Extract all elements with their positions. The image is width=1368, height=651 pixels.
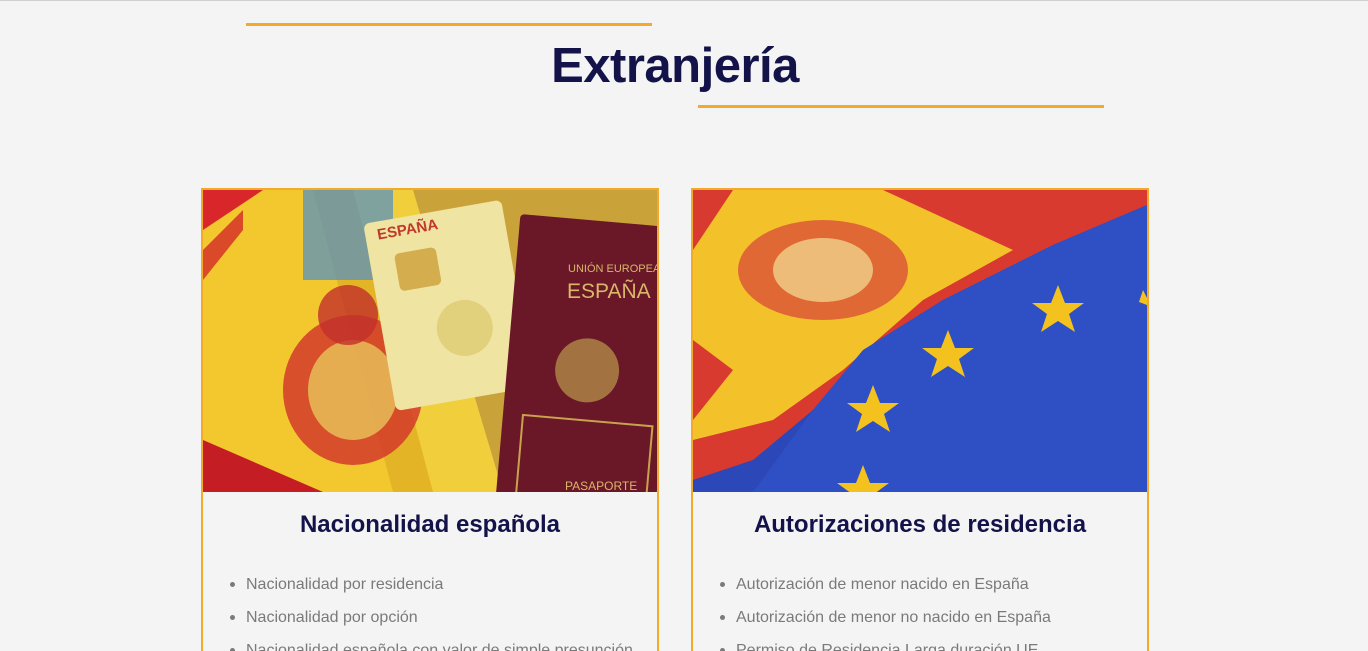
list-item[interactable]: Nacionalidad española con valor de simpl… xyxy=(230,634,657,651)
title-decoration-top xyxy=(246,23,652,26)
card-nacionalidad[interactable]: ESPAÑA UNIÓN EUROPEA ESPAÑA PASAPORTE Na… xyxy=(201,188,659,651)
card-image-nacionalidad: ESPAÑA UNIÓN EUROPEA ESPAÑA PASAPORTE xyxy=(203,190,657,492)
page: Extranjería ESPAÑA UNIÓN EUROPEA ESPAÑA … xyxy=(0,0,1368,651)
list-item[interactable]: Autorización de menor no nacido en Españ… xyxy=(720,601,1147,634)
list-item[interactable]: Permiso de Residencia Larga duración UE xyxy=(720,634,1147,651)
card-item-list: Nacionalidad por residencia Nacionalidad… xyxy=(203,568,657,651)
list-item[interactable]: Nacionalidad por residencia xyxy=(230,568,657,601)
list-item[interactable]: Autorización de menor nacido en España xyxy=(720,568,1147,601)
card-item-list: Autorización de menor nacido en España A… xyxy=(693,568,1147,651)
card-title: Nacionalidad española xyxy=(299,511,561,538)
card-autorizaciones[interactable]: Autorizaciones de residencia Autorizació… xyxy=(691,188,1149,651)
title-decoration-bottom xyxy=(698,105,1104,108)
card-title: Autorizaciones de residencia xyxy=(753,511,1087,538)
passport-union-text: UNIÓN EUROPEA xyxy=(568,262,657,275)
page-title: Extranjería xyxy=(551,39,799,93)
card-image-autorizaciones xyxy=(693,190,1147,492)
section-header: Extranjería xyxy=(0,0,1368,120)
list-item[interactable]: Nacionalidad por opción xyxy=(230,601,657,634)
passport-label-text: PASAPORTE xyxy=(565,479,637,492)
passport-country-text: ESPAÑA xyxy=(567,279,651,303)
